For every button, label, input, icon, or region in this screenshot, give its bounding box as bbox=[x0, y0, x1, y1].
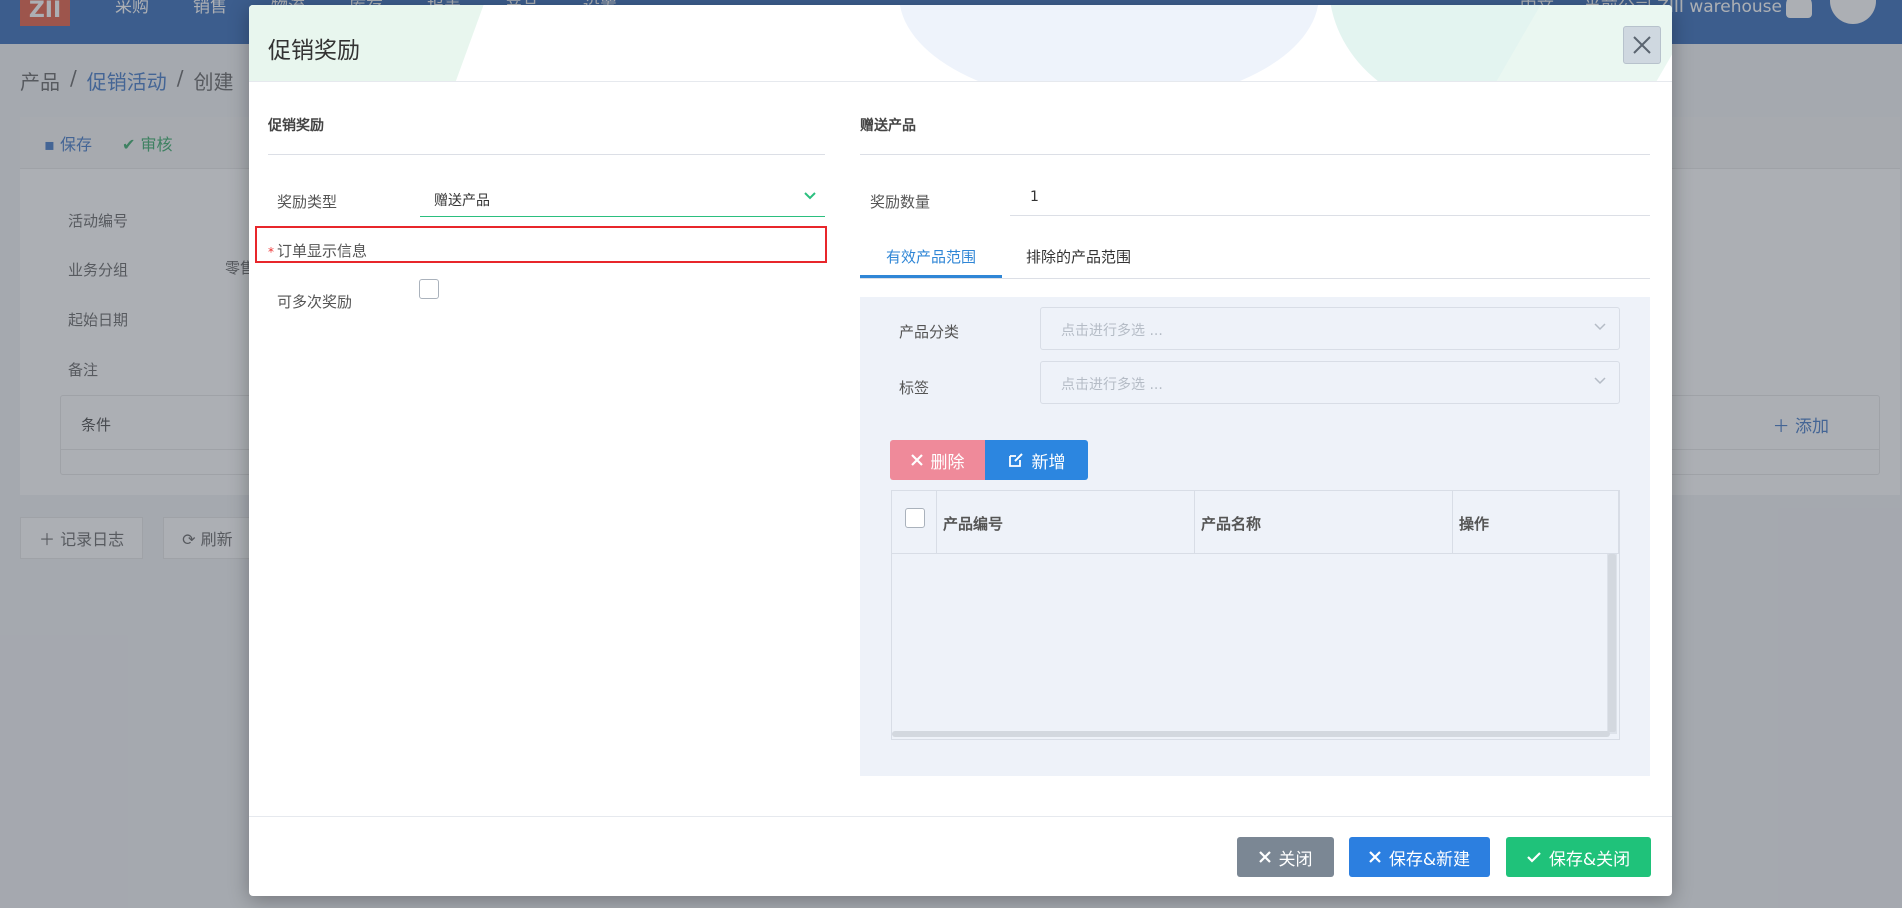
left-section-title: 促销奖励 bbox=[268, 118, 324, 134]
order-display-text: 订单显示信息 bbox=[277, 242, 368, 260]
header-decoration bbox=[899, 5, 1319, 81]
table-vertical-scrollbar[interactable] bbox=[1607, 554, 1617, 734]
close-button[interactable]: 关闭 bbox=[1237, 837, 1334, 877]
tab-excluded-products[interactable]: 排除的产品范围 bbox=[1000, 238, 1157, 278]
save-and-close-label: 保存&关闭 bbox=[1548, 849, 1631, 870]
tab-valid-products[interactable]: 有效产品范围 bbox=[860, 238, 1003, 278]
table-horizontal-scrollbar[interactable] bbox=[892, 731, 1610, 737]
required-icon: * bbox=[268, 245, 274, 259]
new-button[interactable]: 新增 bbox=[985, 440, 1088, 480]
scrollbar-thumb[interactable] bbox=[1608, 554, 1616, 732]
product-category-placeholder: 点击进行多选 ... bbox=[1061, 323, 1163, 339]
save-and-new-button[interactable]: 保存&新建 bbox=[1349, 837, 1490, 877]
right-section-title: 赠送产品 bbox=[860, 118, 916, 134]
reward-type-select[interactable]: 赠送产品 bbox=[420, 181, 825, 217]
product-range-panel: 产品分类 点击进行多选 ... 标签 点击进行多选 ... 删除 新增 产品编号… bbox=[860, 297, 1650, 776]
save-and-close-button[interactable]: 保存&关闭 bbox=[1506, 837, 1651, 877]
reward-type-value: 赠送产品 bbox=[434, 193, 490, 209]
product-category-select[interactable]: 点击进行多选 ... bbox=[1040, 307, 1620, 350]
tag-select[interactable]: 点击进行多选 ... bbox=[1040, 361, 1620, 404]
dialog-title: 促销奖励 bbox=[268, 38, 360, 64]
close-icon bbox=[1258, 851, 1271, 863]
order-display-label: * 订单显示信息 bbox=[268, 240, 367, 261]
left-section-divider bbox=[268, 154, 825, 155]
close-icon bbox=[1633, 36, 1651, 54]
tag-label: 标签 bbox=[899, 379, 930, 397]
close-icon bbox=[910, 454, 923, 466]
chevron-down-icon bbox=[804, 192, 816, 200]
select-all-cell bbox=[892, 491, 937, 554]
close-label: 关闭 bbox=[1278, 849, 1313, 870]
check-icon bbox=[1527, 852, 1541, 863]
reward-qty-input[interactable]: 1 bbox=[1010, 181, 1650, 216]
reward-type-label: 奖励类型 bbox=[277, 193, 338, 211]
save-and-new-label: 保存&新建 bbox=[1388, 849, 1471, 870]
column-header-actions: 操作 bbox=[1453, 491, 1619, 554]
tag-placeholder: 点击进行多选 ... bbox=[1061, 377, 1163, 393]
chevron-down-icon bbox=[1594, 323, 1606, 331]
multi-reward-checkbox[interactable] bbox=[419, 279, 439, 299]
product-category-label: 产品分类 bbox=[899, 323, 960, 341]
right-section-divider bbox=[860, 154, 1650, 155]
new-label: 新增 bbox=[1031, 452, 1066, 473]
table-header: 产品编号 产品名称 操作 bbox=[892, 491, 1619, 554]
promotion-reward-dialog: 促销奖励 促销奖励 奖励类型 赠送产品 * 订单显示信息 可多次奖励 赠送产品 奖… bbox=[249, 5, 1672, 896]
delete-button[interactable]: 删除 bbox=[890, 440, 985, 480]
multi-reward-label: 可多次奖励 bbox=[277, 293, 353, 311]
column-header-product-name[interactable]: 产品名称 bbox=[1195, 491, 1453, 554]
chevron-down-icon bbox=[1594, 377, 1606, 385]
dialog-close-button[interactable] bbox=[1623, 26, 1661, 64]
tab-divider bbox=[860, 278, 1650, 279]
footer-divider bbox=[249, 816, 1672, 817]
column-header-product-code[interactable]: 产品编号 bbox=[937, 491, 1195, 554]
delete-label: 删除 bbox=[930, 452, 965, 473]
reward-qty-label: 奖励数量 bbox=[870, 193, 931, 211]
product-table: 产品编号 产品名称 操作 bbox=[891, 490, 1620, 740]
select-all-checkbox[interactable] bbox=[905, 508, 925, 528]
close-icon bbox=[1369, 851, 1381, 863]
edit-icon bbox=[1008, 453, 1023, 467]
dialog-header: 促销奖励 bbox=[249, 5, 1672, 82]
